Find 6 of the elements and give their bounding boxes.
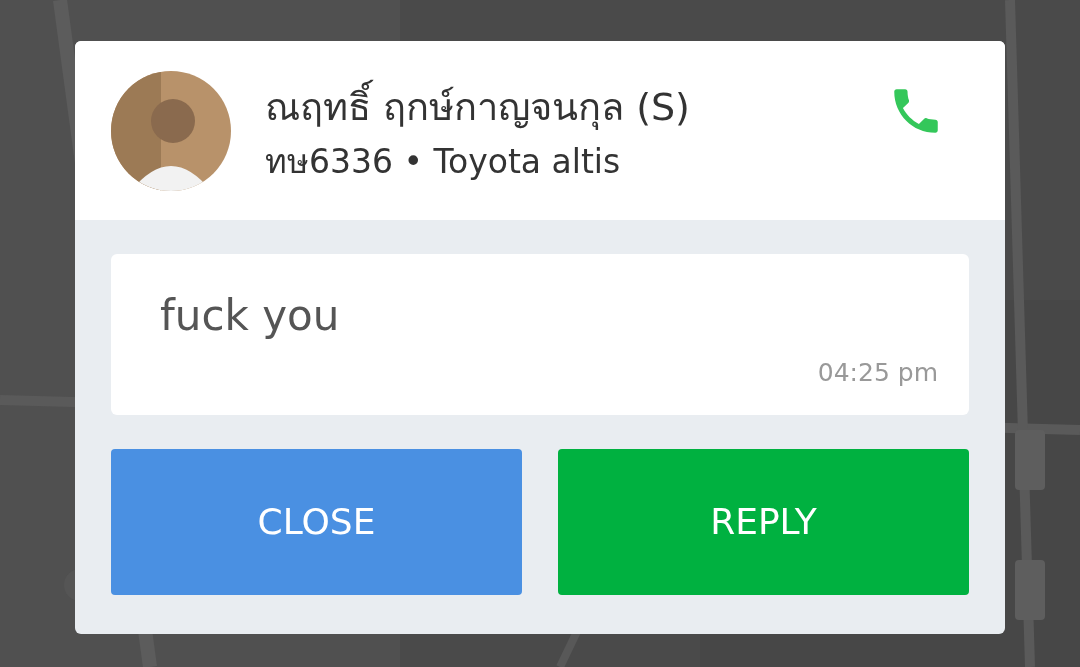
message-text: fuck you [160, 290, 341, 342]
message-time: 04:25 pm [817, 357, 938, 389]
reply-button[interactable]: REPLY [558, 449, 969, 595]
driver-name: ณฤทธิ์ ฤกษ์กาญจนกุล (S) [265, 77, 853, 136]
vehicle-info: ทษ6336 • Toyota altis [265, 140, 622, 183]
close-button[interactable]: CLOSE [111, 449, 522, 595]
